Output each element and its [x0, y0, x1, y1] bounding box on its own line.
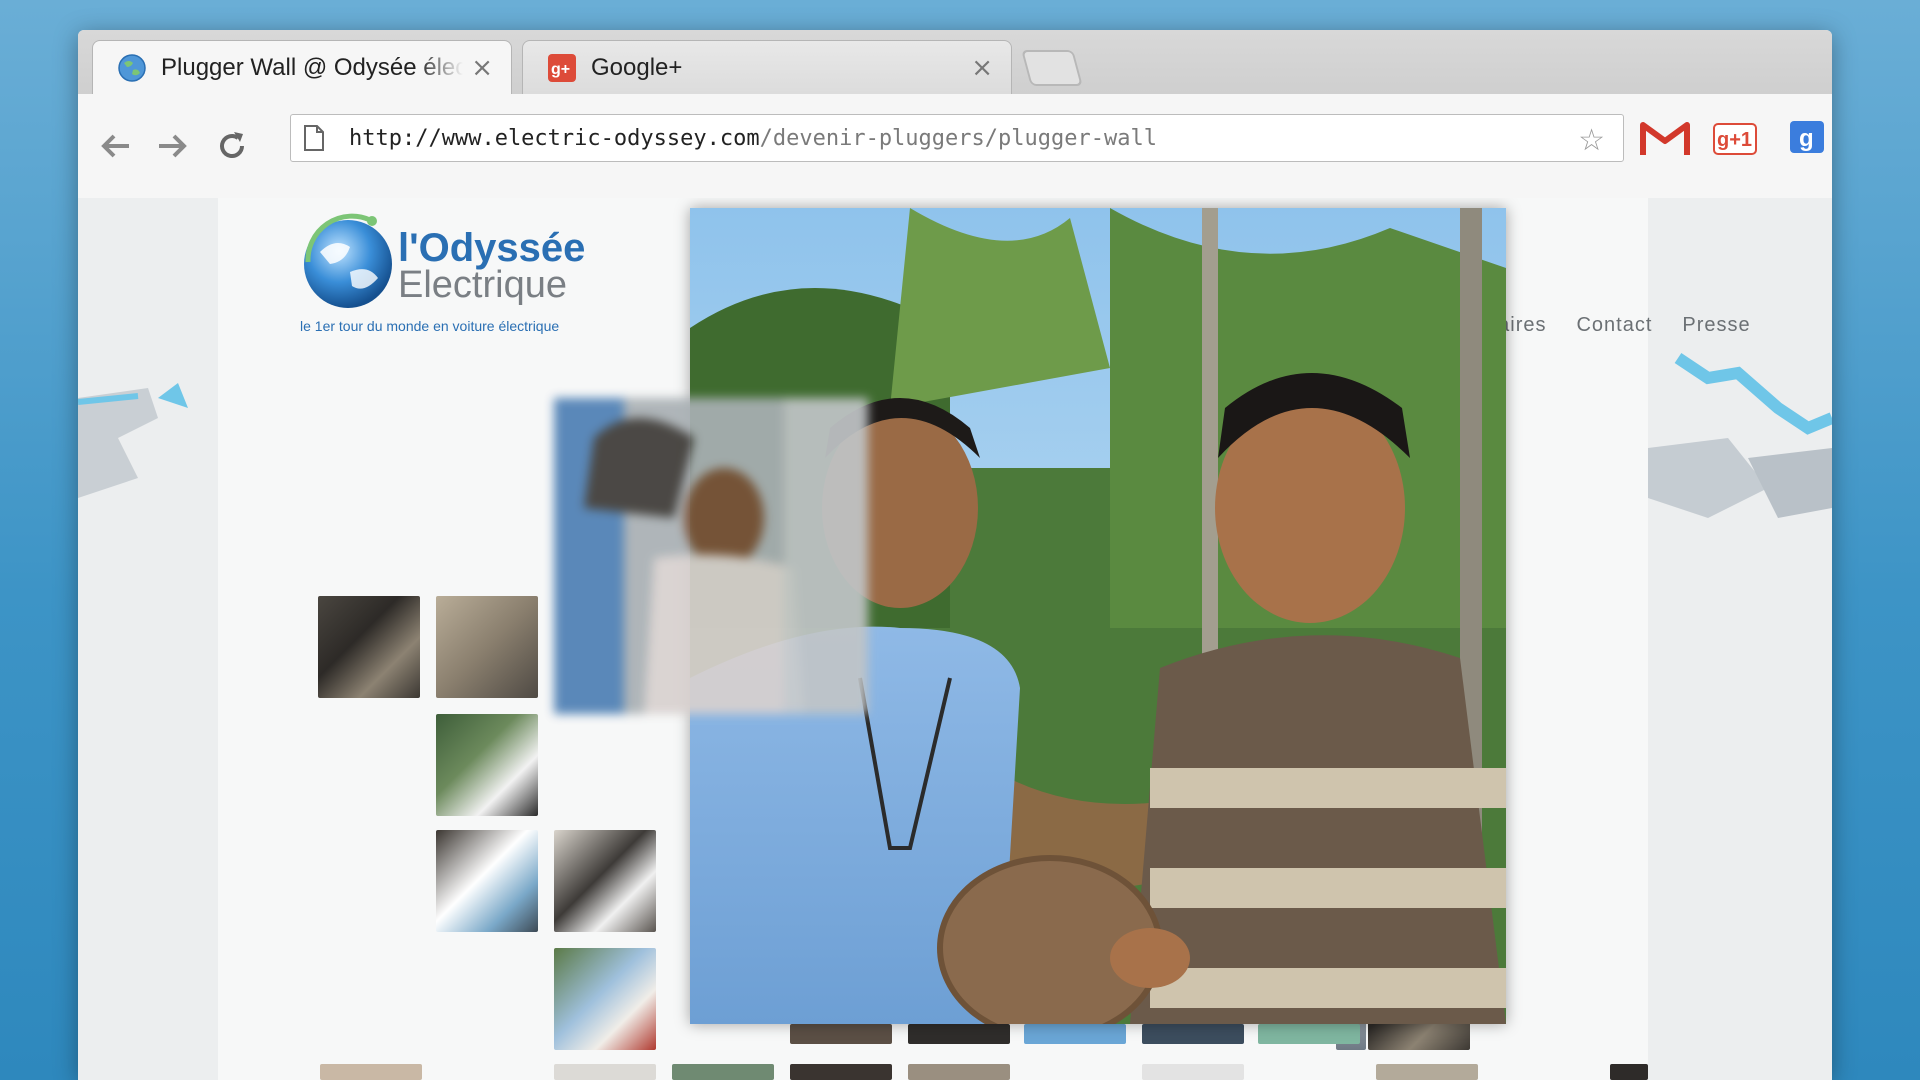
url-path: /devenir-pluggers/plugger-wall [759, 125, 1157, 151]
new-tab-button[interactable] [1021, 50, 1083, 86]
tab-strip: Plugger Wall @ Odysée électrique × g+ Go… [78, 30, 1832, 94]
tab-plugger-wall[interactable]: Plugger Wall @ Odysée électrique × [92, 40, 512, 94]
plugger-thumbnail[interactable] [1142, 1024, 1244, 1044]
bookmark-star-icon[interactable]: ☆ [1578, 123, 1605, 158]
road-decoration-left [78, 383, 188, 498]
plugger-thumbnail[interactable] [320, 1064, 422, 1080]
plugger-thumbnail[interactable] [790, 1064, 892, 1080]
transition-photo-blurred [554, 398, 868, 714]
plugger-thumbnail[interactable] [790, 1024, 892, 1044]
plugger-thumbnail[interactable] [908, 1064, 1010, 1080]
tab-title: Google+ [591, 53, 683, 81]
google-plus-one-icon[interactable]: g+1 [1710, 116, 1760, 162]
back-arrow-icon[interactable] [94, 124, 138, 168]
svg-text:g+1: g+1 [1717, 129, 1752, 151]
close-icon[interactable]: × [971, 53, 993, 83]
nav-item-contact[interactable]: Contact [1576, 314, 1652, 337]
plugger-thumbnail[interactable] [1024, 1024, 1126, 1044]
plugger-thumbnail[interactable] [672, 1064, 774, 1080]
tab-title: Plugger Wall @ Odysée électrique [161, 53, 464, 81]
nav-item-presse[interactable]: Presse [1682, 314, 1750, 337]
url-text: http://www.electric-odyssey.com/devenir-… [349, 126, 1157, 151]
logo-tagline: le 1er tour du monde en voiture électriq… [300, 318, 560, 334]
plugger-thumbnail[interactable] [554, 830, 656, 932]
google-plus-icon: g+ [547, 53, 577, 83]
gmail-icon[interactable] [1640, 116, 1690, 162]
plugger-thumbnail[interactable] [1610, 1064, 1648, 1080]
reload-icon[interactable] [210, 124, 254, 168]
page-icon [303, 124, 325, 152]
plugger-thumbnail[interactable] [1258, 1024, 1360, 1044]
svg-text:g+: g+ [551, 61, 570, 78]
site-logo[interactable]: l'Odyssée Electrique le 1er tour du mond… [300, 212, 590, 342]
url-host: http://www.electric-odyssey.com [349, 125, 760, 151]
address-bar[interactable]: http://www.electric-odyssey.com/devenir-… [290, 114, 1624, 162]
content-area: l'Odyssée Electrique le 1er tour du mond… [218, 198, 1750, 1080]
browser-toolbar: http://www.electric-odyssey.com/devenir-… [78, 94, 1832, 199]
plugger-thumbnail[interactable] [554, 1064, 656, 1080]
web-page: l'Odyssée Electrique le 1er tour du mond… [78, 198, 1832, 1080]
close-icon[interactable]: × [471, 53, 493, 83]
plugger-thumbnail[interactable] [1376, 1064, 1478, 1080]
logo-subtitle: Electrique [398, 264, 567, 306]
plugger-thumbnail[interactable] [436, 714, 538, 816]
plugger-thumbnail[interactable] [554, 948, 656, 1050]
forward-arrow-icon[interactable] [150, 124, 194, 168]
plugger-thumbnail[interactable] [1142, 1064, 1244, 1080]
globe-logo-icon [304, 213, 392, 308]
globe-icon [117, 53, 147, 83]
browser-window: Plugger Wall @ Odysée électrique × g+ Go… [78, 30, 1832, 1080]
svg-text:g: g [1799, 125, 1814, 152]
google-search-icon[interactable]: g [1782, 116, 1832, 162]
tab-google-plus[interactable]: g+ Google+ × [522, 40, 1012, 94]
plugger-thumbnail[interactable] [436, 596, 538, 698]
road-decoration-right [1648, 353, 1832, 518]
site-nav: naires Contact Presse [1486, 314, 1751, 337]
plugger-thumbnail[interactable] [436, 830, 538, 932]
plugger-thumbnail[interactable] [908, 1024, 1010, 1044]
plugger-thumbnail[interactable] [318, 596, 420, 698]
